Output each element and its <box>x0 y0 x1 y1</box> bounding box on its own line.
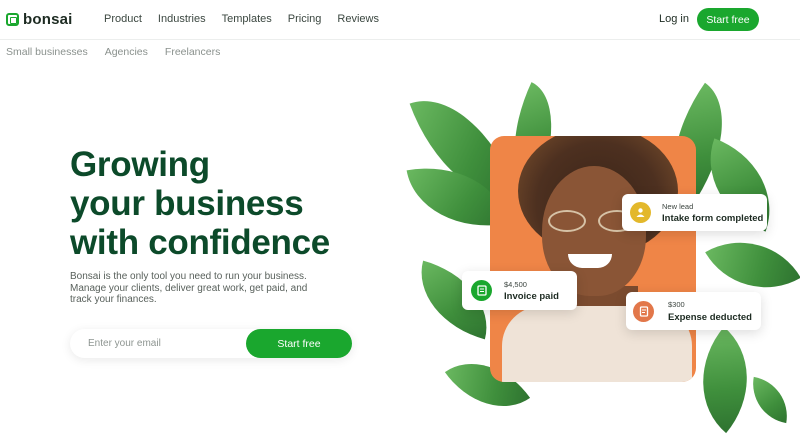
intake-form-card: New lead Intake form completed <box>622 194 767 231</box>
headline-line-3: with confidence <box>70 223 330 262</box>
subnav-small-businesses[interactable]: Small businesses <box>6 46 88 58</box>
leaf-decoration <box>746 376 794 424</box>
email-signup-form: Start free <box>70 329 352 358</box>
intake-card-subtitle: New lead <box>662 202 694 211</box>
expense-deducted-card: $300 Expense deducted <box>626 292 761 330</box>
subnav-agencies[interactable]: Agencies <box>105 46 148 58</box>
hero-headline: Growing your business with confidence <box>70 145 370 262</box>
nav-templates[interactable]: Templates <box>222 13 272 25</box>
start-free-button-hero[interactable]: Start free <box>246 329 352 358</box>
subnav-freelancers[interactable]: Freelancers <box>165 46 220 58</box>
start-free-button-nav[interactable]: Start free <box>697 8 759 31</box>
nav-industries[interactable]: Industries <box>158 13 206 25</box>
email-input[interactable] <box>70 329 250 358</box>
sub-nav: Small businesses Agencies Freelancers <box>6 46 237 58</box>
hero-subcopy: Bonsai is the only tool you need to run … <box>70 271 308 305</box>
hero-illustration: New lead Intake form completed $4,500 In… <box>400 79 800 437</box>
headline-line-1: Growing <box>70 145 210 184</box>
photo-panel <box>490 136 696 382</box>
invoice-card-amount: $4,500 <box>504 280 527 289</box>
top-nav: bonsai Product Industries Templates Pric… <box>0 0 800 40</box>
nav-product[interactable]: Product <box>104 13 142 25</box>
receipt-icon <box>633 301 654 322</box>
nav-pricing[interactable]: Pricing <box>288 13 322 25</box>
expense-card-title: Expense deducted <box>668 312 752 323</box>
intake-card-title: Intake form completed <box>662 213 764 224</box>
logo[interactable]: bonsai <box>6 11 73 28</box>
nav-links: Product Industries Templates Pricing Rev… <box>104 13 379 25</box>
invoice-card-title: Invoice paid <box>504 291 559 302</box>
login-link[interactable]: Log in <box>659 13 689 25</box>
bonsai-logo-icon <box>6 13 19 26</box>
headline-line-2: your business <box>70 184 304 223</box>
nav-reviews[interactable]: Reviews <box>337 13 379 25</box>
invoice-icon <box>471 280 492 301</box>
logo-text: bonsai <box>23 11 73 28</box>
expense-card-amount: $300 <box>668 300 685 309</box>
invoice-paid-card: $4,500 Invoice paid <box>462 271 577 310</box>
user-icon <box>630 202 651 223</box>
